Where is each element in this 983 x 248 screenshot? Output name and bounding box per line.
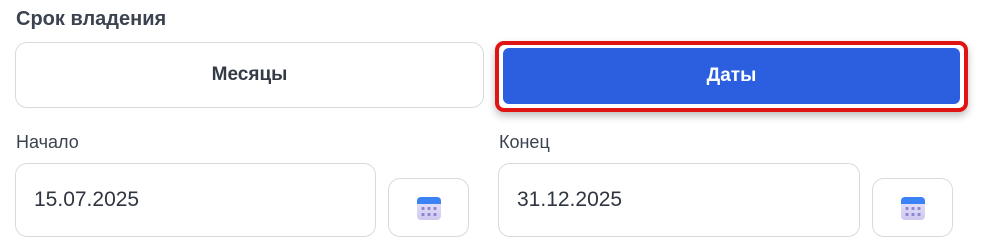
start-date-input[interactable] [15,163,376,237]
end-date-label: Конец [499,132,550,152]
calendar-icon [899,194,927,222]
calendar-icon [415,194,443,222]
dates-option-button[interactable]: Даты [503,48,960,104]
start-date-label: Начало [16,132,79,152]
ownership-period-title: Срок владения [16,8,167,30]
end-date-calendar-button[interactable] [872,178,953,237]
end-date-input[interactable] [498,163,860,237]
start-date-calendar-button[interactable] [388,178,469,237]
months-option-button[interactable]: Месяцы [15,42,484,108]
ownership-period-form: Срок владения Месяцы Даты Начало 15.07.2… [0,0,983,248]
